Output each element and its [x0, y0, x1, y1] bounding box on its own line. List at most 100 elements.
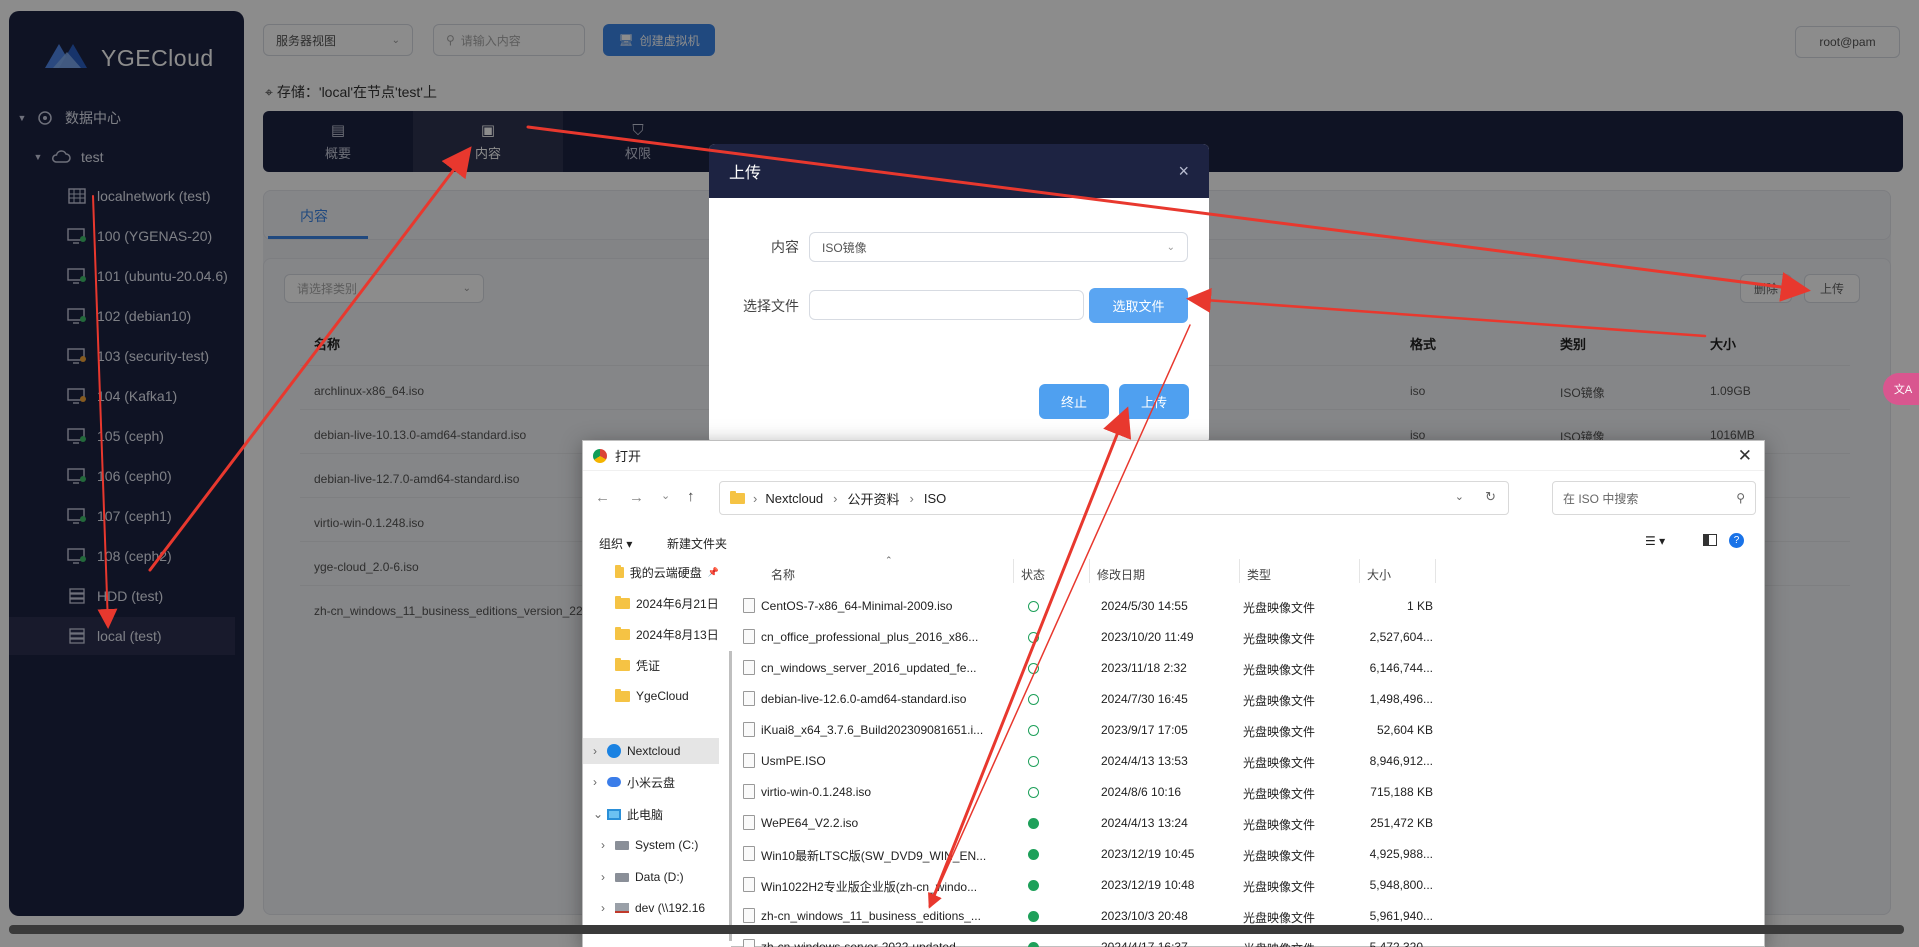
address-bar[interactable]: › Nextcloud › 公开资料 › ISO ⌄ ↻: [719, 481, 1509, 515]
nav-pane-item[interactable]: › dev (\\192.16: [583, 895, 719, 921]
sync-status-icon: [1028, 880, 1039, 891]
file-row[interactable]: iKuai8_x64_3.7.6_Build202309081651.i... 2…: [743, 715, 1443, 746]
folder-icon: [615, 626, 630, 640]
chevron-right-icon[interactable]: ›: [601, 838, 609, 852]
file-row[interactable]: WePE64_V2.2.iso 2024/4/13 13:24 光盘映像文件 251,…: [743, 808, 1443, 839]
path-segment-iso[interactable]: ISO: [924, 491, 946, 506]
file-date: 2023/10/20 11:49: [1101, 630, 1194, 644]
col-type[interactable]: 类型: [1247, 566, 1271, 583]
nav-pane-label: 我的云端硬盘: [629, 565, 702, 580]
horizontal-scrollbar[interactable]: [9, 925, 1904, 934]
dialog-search-input[interactable]: 在 ISO 中搜索 ⚲: [1552, 481, 1756, 515]
navigation-pane: 我的云端硬盘 📌 2024年6月21日 2024年8月13日 凭证 YgeCloud › Ne…: [583, 559, 731, 947]
file-row[interactable]: debian-live-12.6.0-amd64-standard.iso 202…: [743, 684, 1443, 715]
translate-badge[interactable]: 文A: [1883, 373, 1919, 405]
file-name: WePE64_V2.2.iso: [761, 816, 859, 830]
path-segment-public[interactable]: 公开资料: [848, 489, 900, 508]
file-date: 2024/8/6 10:16: [1101, 785, 1182, 799]
modal-upload-button[interactable]: 上传: [1119, 384, 1189, 419]
file-type: 光盘映像文件: [1243, 911, 1316, 925]
forward-arrow-icon[interactable]: →: [629, 489, 644, 506]
chrome-icon: [593, 448, 607, 463]
sync-status-icon: [1028, 725, 1039, 736]
drive-icon: [615, 872, 629, 882]
sync-status-icon: [1028, 601, 1039, 612]
disc-image-icon: [743, 660, 755, 675]
nav-pane-item[interactable]: 凭证: [583, 652, 719, 678]
nav-pane-item[interactable]: 2024年6月21日: [583, 590, 719, 616]
close-icon[interactable]: ✕: [1738, 446, 1752, 466]
chevron-right-icon[interactable]: ›: [593, 775, 601, 789]
nav-pane-item[interactable]: 2024年8月13日: [583, 621, 719, 647]
file-row[interactable]: cn_office_professional_plus_2016_x86... 2…: [743, 622, 1443, 653]
nav-pane-item[interactable]: › Data (D:): [583, 864, 719, 890]
path-segment-nextcloud[interactable]: Nextcloud: [765, 491, 823, 506]
folder-icon: [730, 490, 745, 504]
pin-icon: 📌: [707, 566, 719, 577]
file-row[interactable]: Win1022H2专业版企业版(zh-cn_windo... 2023/12/19…: [743, 870, 1443, 901]
up-arrow-icon[interactable]: ↑: [687, 488, 695, 505]
nav-pane-label: Data (D:): [635, 870, 684, 884]
sync-status-icon: [1028, 663, 1039, 674]
recent-chevron-icon[interactable]: ⌄: [661, 489, 670, 502]
file-row[interactable]: Win10最新LTSC版(SW_DVD9_WIN_EN... 2023/12/19…: [743, 839, 1443, 870]
file-name: cn_office_professional_plus_2016_x86...: [761, 630, 979, 644]
search-icon: ⚲: [1736, 491, 1745, 505]
file-row[interactable]: UsmPE.ISO 2024/4/13 13:53 光盘映像文件 8,946,912.…: [743, 746, 1443, 777]
abort-button[interactable]: 终止: [1039, 384, 1109, 419]
nav-scrollbar[interactable]: [729, 651, 732, 941]
file-name: debian-live-12.6.0-amd64-standard.iso: [761, 692, 967, 706]
file-row[interactable]: zh-cn-windows-server-2022-updated... 2024…: [743, 932, 1443, 947]
nav-pane-item[interactable]: › Nextcloud: [583, 738, 719, 764]
file-name: zh-cn-windows-server-2022-updated...: [761, 940, 966, 947]
col-size[interactable]: 大小: [1367, 566, 1391, 583]
file-date: 2024/5/30 14:55: [1101, 599, 1188, 613]
modal-header: 上传 ×: [709, 144, 1209, 198]
nav-pane-item[interactable]: ⌄ 此电脑: [583, 801, 719, 827]
nav-pane-item[interactable]: 我的云端硬盘 📌: [583, 559, 719, 585]
col-name[interactable]: 名称: [771, 566, 795, 583]
drive-icon: [615, 840, 629, 850]
organize-menu[interactable]: 组织 ▾: [599, 535, 632, 552]
nav-pane-label: 小米云盘: [627, 775, 676, 790]
file-row[interactable]: CentOS-7-x86_64-Minimal-2009.iso 2024/5/3…: [743, 591, 1443, 622]
file-size: 1 KB: [1406, 599, 1433, 613]
file-date: 2023/9/17 17:05: [1101, 723, 1188, 737]
nav-pane-item[interactable]: › System (C:): [583, 832, 719, 858]
close-icon[interactable]: ×: [1178, 161, 1189, 182]
chevron-right-icon[interactable]: ›: [601, 901, 609, 915]
pick-file-label: 选取文件: [1112, 299, 1165, 314]
view-options-icon[interactable]: ☰ ▾: [1645, 534, 1665, 548]
file-path-input[interactable]: [809, 290, 1084, 320]
file-date: 2023/12/19 10:45: [1101, 847, 1195, 861]
nav-pane-item[interactable]: YgeCloud: [583, 683, 719, 709]
folder-icon: [615, 564, 624, 578]
network-drive-icon: [615, 903, 629, 913]
chevron-down-icon[interactable]: ⌄: [1455, 490, 1464, 503]
file-name: UsmPE.ISO: [761, 754, 826, 768]
disc-image-icon: [743, 598, 755, 613]
file-date: 2023/11/18 2:32: [1101, 661, 1187, 675]
modal-upload-label: 上传: [1140, 395, 1167, 410]
chevron-down-icon[interactable]: ⌄: [593, 807, 603, 821]
content-type-select[interactable]: ISO镜像 ⌄: [809, 232, 1188, 262]
preview-pane-icon[interactable]: [1703, 534, 1717, 546]
refresh-icon[interactable]: ↻: [1485, 489, 1496, 505]
col-date[interactable]: 修改日期: [1097, 566, 1145, 583]
file-type: 光盘映像文件: [1243, 756, 1316, 770]
disc-image-icon: [743, 939, 755, 947]
computer-icon: [607, 808, 621, 820]
file-name: cn_windows_server_2016_updated_fe...: [761, 661, 977, 675]
file-row[interactable]: cn_windows_server_2016_updated_fe... 2023…: [743, 653, 1443, 684]
pick-file-button[interactable]: 选取文件: [1089, 288, 1188, 323]
col-status[interactable]: 状态: [1021, 566, 1045, 583]
file-size: 2,527,604...: [1369, 630, 1433, 644]
chevron-right-icon[interactable]: ›: [593, 744, 601, 758]
new-folder-button[interactable]: 新建文件夹: [667, 535, 727, 552]
modal-title: 上传: [729, 165, 762, 182]
chevron-right-icon[interactable]: ›: [601, 870, 609, 884]
help-icon[interactable]: ?: [1729, 533, 1744, 548]
back-arrow-icon[interactable]: ←: [595, 489, 610, 506]
nav-pane-item[interactable]: › 小米云盘: [583, 769, 719, 795]
file-row[interactable]: virtio-win-0.1.248.iso 2024/8/6 10:16 光盘映像…: [743, 777, 1443, 808]
